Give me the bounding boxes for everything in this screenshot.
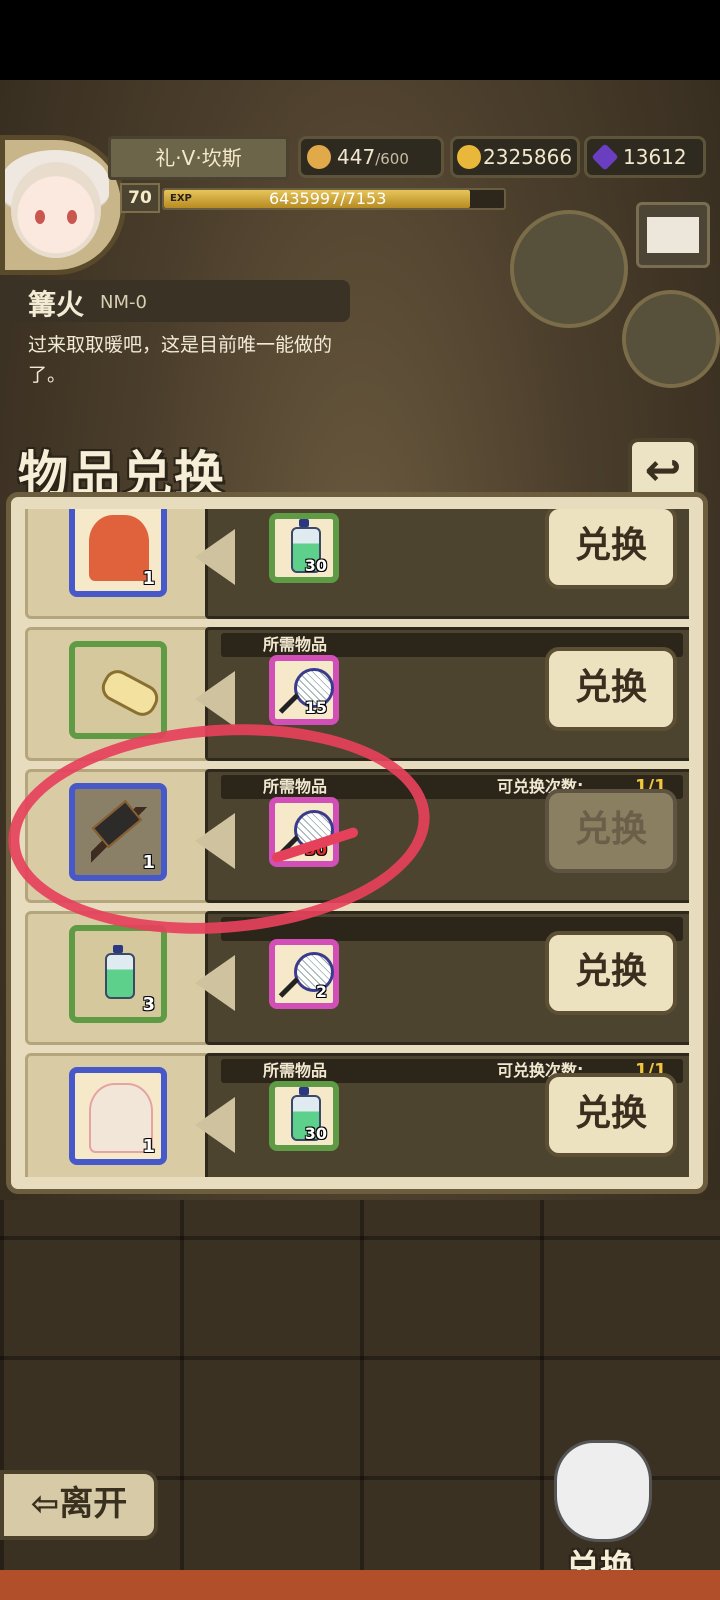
stamina-counter[interactable]: 447/600	[298, 136, 444, 178]
location-title: 篝火	[28, 288, 85, 321]
reward-qty: 1	[142, 1136, 155, 1157]
required-items-label: 所需物品	[263, 1061, 328, 1080]
required-qty: 15	[304, 698, 327, 717]
stamina-value: 447	[337, 145, 376, 169]
character-fragment-icon	[89, 515, 149, 581]
exchange-button[interactable]: 兑换	[545, 931, 677, 1015]
reward-qty: 1	[142, 568, 155, 589]
gold-coin-icon	[457, 145, 481, 169]
required-qty: 30	[304, 1124, 327, 1143]
gold-value: 2325866	[483, 145, 573, 169]
location-code: NM-0	[100, 292, 147, 313]
sandal-icon	[96, 665, 164, 721]
required-items-label: 所需物品	[263, 635, 328, 654]
bug-net-icon	[294, 952, 334, 992]
exp-bar: EXP 6435997/7153	[162, 188, 506, 210]
reward-item[interactable]: 1	[69, 509, 167, 597]
bottom-decoration	[0, 1570, 720, 1600]
exchange-row: 所需物品 可兑换次数: 1/1 1 30 兑换	[25, 1053, 689, 1177]
envelope-icon	[647, 217, 699, 253]
leave-button[interactable]: ⇦离开	[0, 1470, 158, 1540]
player-level: 70	[120, 183, 160, 213]
gold-counter[interactable]: 2325866	[450, 136, 580, 178]
bread-icon	[307, 145, 331, 169]
reward-qty: 3	[142, 994, 155, 1015]
quest-scroll-icon[interactable]	[510, 210, 628, 328]
location-description: 过来取取暖吧，这是目前唯一能做的了。	[28, 334, 333, 386]
exchange-button[interactable]: 兑换	[545, 1073, 677, 1157]
stamina-max: /600	[375, 150, 409, 168]
required-item[interactable]: 30	[269, 1081, 339, 1151]
exp-label: EXP	[170, 193, 192, 204]
exchange-bag-icon	[554, 1440, 652, 1542]
location-header: 篝火 NM-0	[0, 280, 350, 322]
avatar-eye	[35, 210, 45, 224]
reward-item[interactable]: 1	[69, 1067, 167, 1165]
reward-item[interactable]: 3	[69, 925, 167, 1023]
player-name: 礼·V·坎斯	[108, 136, 289, 180]
gem-value: 13612	[623, 145, 687, 169]
required-qty: 30	[304, 556, 327, 575]
gem-icon	[591, 143, 619, 171]
avatar-eye	[67, 210, 77, 224]
exchange-row: 3 2 兑换	[25, 911, 689, 1045]
mail-button[interactable]	[636, 202, 710, 268]
exchange-button-disabled[interactable]: 兑换	[545, 789, 677, 873]
game-scene: 礼·V·坎斯 447/600 2325866 13612 70 EXP 6435…	[0, 80, 720, 1600]
potion-bottle-icon	[105, 945, 135, 999]
required-qty: 2	[315, 982, 327, 1001]
reward-item[interactable]	[69, 641, 167, 739]
exchange-row: 所需物品 15 兑换	[25, 627, 689, 761]
exchange-menu-button[interactable]: 兑换	[540, 1440, 660, 1590]
required-item[interactable]: 30	[269, 513, 339, 583]
required-item[interactable]: 2	[269, 939, 339, 1009]
exp-text: 6435997/7153	[269, 189, 387, 208]
gem-counter[interactable]: 13612	[584, 136, 706, 178]
backpack-icon[interactable]	[622, 290, 720, 388]
required-item[interactable]: 15	[269, 655, 339, 725]
exchange-button[interactable]: 兑换	[545, 509, 677, 589]
exchange-button[interactable]: 兑换	[545, 647, 677, 731]
avatar-face	[11, 162, 101, 258]
exchange-row: 1 30 兑换	[25, 509, 689, 619]
